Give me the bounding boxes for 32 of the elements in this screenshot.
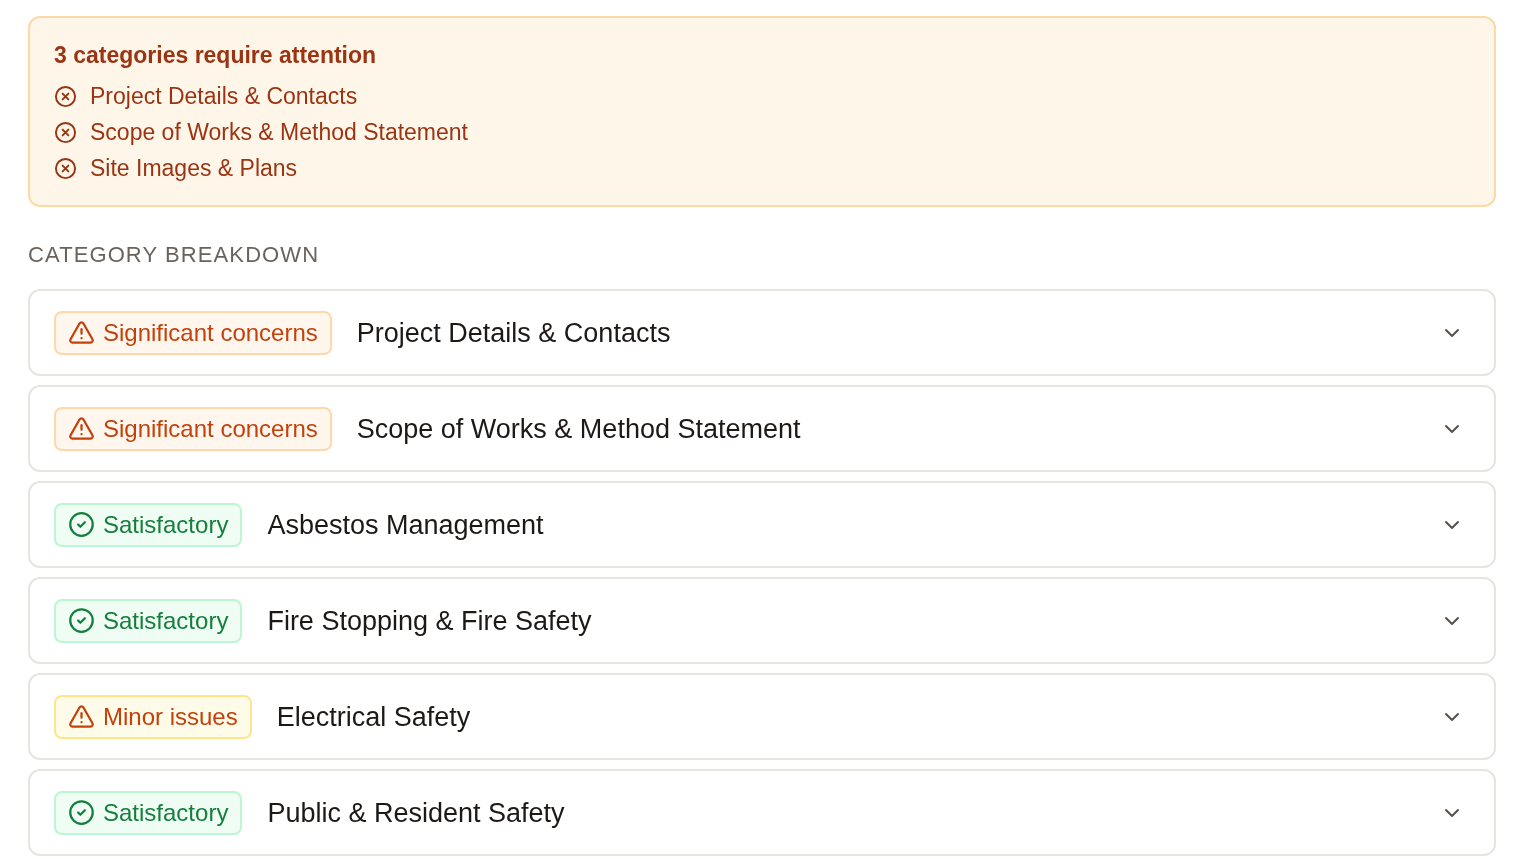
category-title: Asbestos Management xyxy=(267,508,544,542)
status-label: Satisfactory xyxy=(103,509,229,540)
attention-item: Site Images & Plans xyxy=(90,154,298,183)
x-circle-icon xyxy=(54,156,77,180)
x-circle-icon xyxy=(54,84,77,108)
status-label: Satisfactory xyxy=(103,797,229,828)
category-title: Electrical Safety xyxy=(276,700,471,734)
accordion-item[interactable]: Significant concerns Project Details & Contacts xyxy=(28,289,1496,376)
section-heading: CATEGORY BREAKDOWN xyxy=(28,242,321,268)
accordion-item[interactable]: Significant concerns Scope of Works & Method Statement xyxy=(28,385,1496,472)
status-label: Significant concerns xyxy=(103,317,318,348)
warning-triangle-icon xyxy=(68,703,95,730)
check-circle-icon xyxy=(68,799,95,826)
warning-triangle-icon xyxy=(68,319,95,346)
accordion-item[interactable]: Satisfactory Public & Resident Safety xyxy=(28,769,1496,856)
check-circle-icon xyxy=(68,511,95,538)
alert-title: 3 categories require attention xyxy=(54,41,378,70)
x-circle-icon xyxy=(54,120,77,144)
category-title: Fire Stopping & Fire Safety xyxy=(267,604,592,638)
warning-triangle-icon xyxy=(68,415,95,442)
accordion-item[interactable]: Satisfactory Fire Stopping & Fire Safety xyxy=(28,577,1496,664)
category-title: Public & Resident Safety xyxy=(267,796,565,830)
attention-item: Project Details & Contacts xyxy=(90,82,358,111)
category-title: Project Details & Contacts xyxy=(356,316,671,350)
category-title: Scope of Works & Method Statement xyxy=(356,412,801,446)
status-label: Minor issues xyxy=(103,701,238,732)
accordion-item[interactable]: Satisfactory Asbestos Management xyxy=(28,481,1496,568)
status-label: Satisfactory xyxy=(103,605,229,636)
accordion-item[interactable]: Minor issues Electrical Safety xyxy=(28,673,1496,760)
check-circle-icon xyxy=(68,607,95,634)
status-label: Significant concerns xyxy=(103,413,318,444)
attention-item: Scope of Works & Method Statement xyxy=(90,118,468,147)
